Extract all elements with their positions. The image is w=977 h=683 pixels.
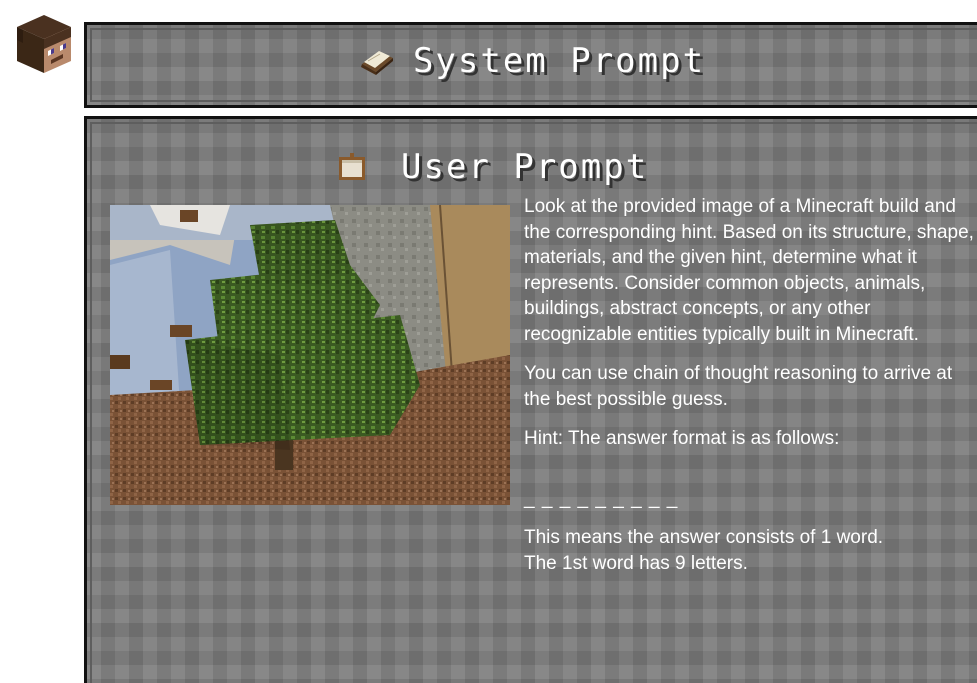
prompt-hint-paragraph: Hint: The answer format is as follows: [524,428,840,449]
steve-head-icon [17,15,71,73]
system-prompt-panel: System Prompt [84,22,977,108]
prompt-intro-paragraph: Look at the provided image of a Minecraf… [524,196,974,345]
user-prompt-text: Look at the provided image of a Minecraf… [524,194,974,576]
book-icon [360,51,393,75]
item-frame-icon [339,153,365,180]
answer-blanks: _ _ _ _ _ _ _ _ _ [524,487,679,509]
explanation-line-1: This means the answer consists of 1 word… [524,527,884,548]
system-prompt-title: System Prompt [412,41,706,81]
minecraft-tree-build-image [110,205,510,505]
user-prompt-panel: User Prompt Look at the provided image o… [84,116,977,683]
system-prompt-header: System Prompt [87,41,977,81]
explanation-line-2: The 1st word has 9 letters. [524,552,748,574]
user-prompt-header: User Prompt [337,147,648,187]
prompt-reasoning-paragraph: You can use chain of thought reasoning t… [524,363,953,410]
user-prompt-title: User Prompt [401,147,649,187]
